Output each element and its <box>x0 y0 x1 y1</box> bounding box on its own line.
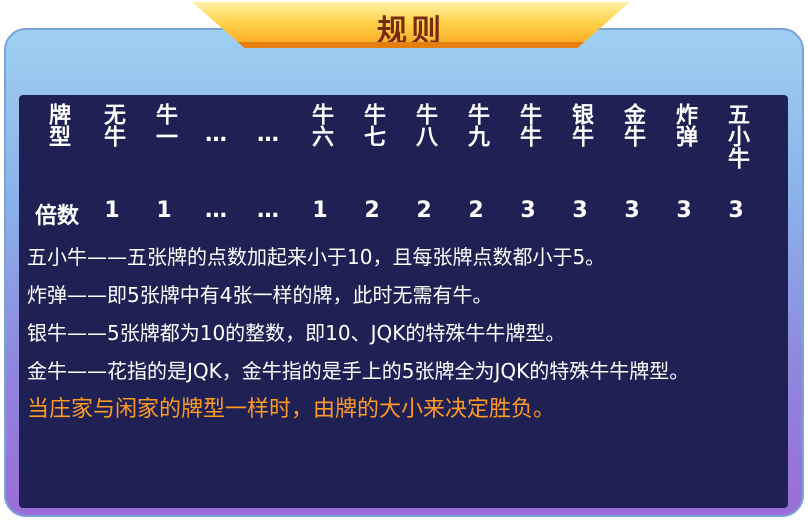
hand-type-8: 牛牛 <box>516 103 541 147</box>
hand-type-5: 牛七 <box>360 103 385 147</box>
hand-type-11: 炸弹 <box>672 103 697 147</box>
multiplier-header: 倍数 <box>34 204 79 229</box>
rule-silver: 银牛——5张牌都为10的整数，即10、JQK的特殊牛牛牌型。 <box>27 321 566 345</box>
multiplier-11: 3 <box>676 198 692 223</box>
multiplier-5: 2 <box>364 198 380 223</box>
rule-bomb: 炸弹——即5张牌中有4张一样的牌，此时无需有牛。 <box>27 283 493 307</box>
multiplier-10: 3 <box>624 198 640 223</box>
rules-list: 五小牛——五张牌的点数加起来小于10，且每张牌点数都小于5。 炸弹——即5张牌中… <box>27 243 782 425</box>
hand-type-header: 牌型 <box>45 103 70 147</box>
hand-type-12: 五小牛 <box>724 103 749 169</box>
hand-type-9: 银牛 <box>568 103 593 147</box>
multiplier-12: 3 <box>728 198 744 223</box>
multiplier-1: 1 <box>156 198 172 223</box>
hand-type-6: 牛八 <box>412 103 437 147</box>
multiplier-4: 1 <box>312 198 328 223</box>
rule-gold: 金牛——花指的是JQK，金牛指的是手上的5张牌全为JQK的特殊牛牛牌型。 <box>27 359 690 383</box>
multiplier-9: 3 <box>572 198 588 223</box>
multiplier-0: 1 <box>104 198 120 223</box>
hand-type-2: … <box>205 122 227 147</box>
title-banner: 规则 <box>192 2 630 48</box>
multiplier-6: 2 <box>416 198 432 223</box>
hand-type-4: 牛六 <box>308 103 333 147</box>
hand-type-10: 金牛 <box>620 103 645 147</box>
hand-type-7: 牛九 <box>464 103 489 147</box>
rules-content: 牌型 无牛 牛一 … … 牛六 牛七 牛八 牛九 牛牛 银牛 金牛 炸弹 五小牛 倍数 1 1 … … 1 2 2 2… <box>19 95 788 508</box>
hand-type-1: 牛一 <box>152 103 177 147</box>
multiplier-2: … <box>205 198 227 223</box>
rule-five-small: 五小牛——五张牌的点数加起来小于10，且每张牌点数都小于5。 <box>27 245 606 269</box>
multiplier-7: 2 <box>468 198 484 223</box>
multiplier-3: … <box>257 198 279 223</box>
page-title: 规则 <box>377 14 445 49</box>
hand-type-0: 无牛 <box>100 103 125 147</box>
tie-rule-highlight: 当庄家与闲家的牌型一样时，由牌的大小来决定胜负。 <box>27 397 556 422</box>
hand-type-3: … <box>257 122 279 147</box>
multiplier-8: 3 <box>520 198 536 223</box>
